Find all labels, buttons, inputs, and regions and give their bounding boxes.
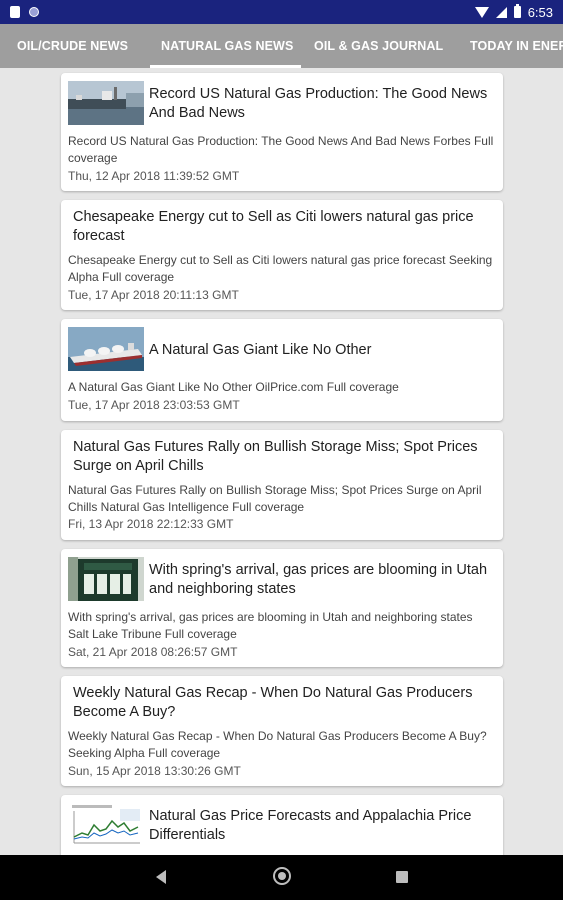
article-date: Tue, 17 Apr 2018 20:11:13 GMT <box>68 288 239 302</box>
news-card[interactable]: A Natural Gas Giant Like No Other A Natu… <box>61 319 503 421</box>
battery-icon <box>513 4 521 18</box>
status-bar: 6:53 <box>0 0 563 24</box>
article-thumbnail <box>68 803 144 847</box>
tab-today-in-energy[interactable]: TODAY IN ENER <box>470 24 563 68</box>
article-headline[interactable]: A Natural Gas Giant Like No Other <box>149 341 499 360</box>
article-summary: Record US Natural Gas Production: The Go… <box>68 134 494 165</box>
home-icon[interactable] <box>273 867 291 885</box>
article-headline[interactable]: Record US Natural Gas Production: The Go… <box>149 85 499 123</box>
recent-apps-icon[interactable] <box>396 871 408 883</box>
article-summary: A Natural Gas Giant Like No Other OilPri… <box>68 380 399 394</box>
news-card[interactable]: Weekly Natural Gas Recap - When Do Natur… <box>61 676 503 786</box>
notification-dot-icon <box>29 7 39 17</box>
article-thumbnail <box>68 557 144 601</box>
article-summary: Natural Gas Futures Rally on Bullish Sto… <box>68 483 482 514</box>
tab-bar: OIL/CRUDE NEWS NATURAL GAS NEWS OIL & GA… <box>0 24 563 68</box>
article-date: Thu, 12 Apr 2018 11:39:52 GMT <box>68 169 240 183</box>
article-summary: Weekly Natural Gas Recap - When Do Natur… <box>68 729 487 760</box>
wifi-icon <box>474 6 489 18</box>
news-card[interactable]: Natural Gas Futures Rally on Bullish Sto… <box>61 430 503 540</box>
article-headline[interactable]: Natural Gas Futures Rally on Bullish Sto… <box>73 438 495 476</box>
article-date: Sat, 21 Apr 2018 08:26:57 GMT <box>68 645 238 659</box>
article-headline[interactable]: With spring's arrival, gas prices are bl… <box>149 561 499 599</box>
back-icon[interactable] <box>156 870 166 884</box>
news-card[interactable]: With spring's arrival, gas prices are bl… <box>61 549 503 667</box>
news-card[interactable]: Record US Natural Gas Production: The Go… <box>61 73 503 191</box>
article-date: Sun, 15 Apr 2018 13:30:26 GMT <box>68 764 241 778</box>
article-date: Tue, 17 Apr 2018 23:03:53 GMT <box>68 398 240 412</box>
article-summary: Chesapeake Energy cut to Sell as Citi lo… <box>68 253 493 284</box>
article-thumbnail <box>68 327 144 371</box>
article-thumbnail <box>68 81 144 125</box>
selected-tab-indicator <box>150 65 301 68</box>
article-headline[interactable]: Chesapeake Energy cut to Sell as Citi lo… <box>73 208 495 246</box>
article-date: Fri, 13 Apr 2018 22:12:33 GMT <box>68 517 234 531</box>
status-time: 6:53 <box>527 4 553 20</box>
sd-card-icon <box>10 6 20 18</box>
tab-oil-crude-news[interactable]: OIL/CRUDE NEWS <box>17 24 128 68</box>
cell-signal-icon <box>495 6 507 18</box>
article-headline[interactable]: Natural Gas Price Forecasts and Appalach… <box>149 807 499 845</box>
article-headline[interactable]: Weekly Natural Gas Recap - When Do Natur… <box>73 684 495 722</box>
news-card[interactable]: Chesapeake Energy cut to Sell as Citi lo… <box>61 200 503 310</box>
article-summary: With spring's arrival, gas prices are bl… <box>68 610 473 641</box>
navigation-bar <box>0 855 563 900</box>
tab-natural-gas-news[interactable]: NATURAL GAS NEWS <box>161 24 293 68</box>
tab-oil-gas-journal[interactable]: OIL & GAS JOURNAL <box>314 24 443 68</box>
